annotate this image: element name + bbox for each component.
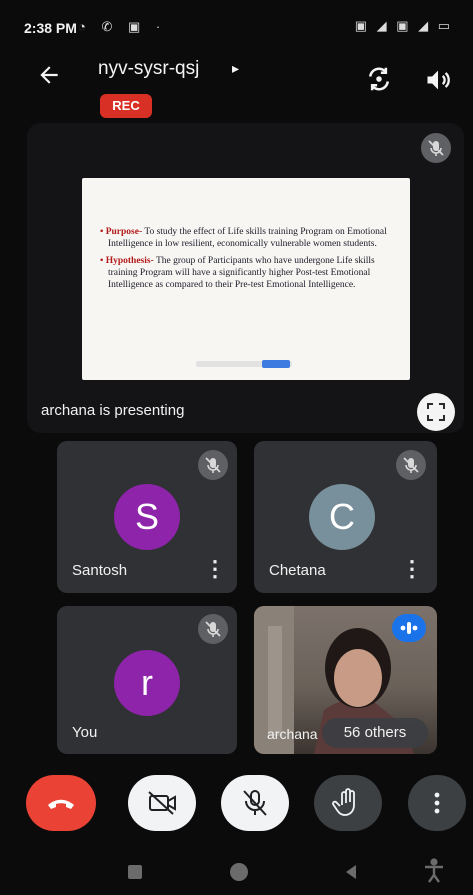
- avatar: S: [114, 484, 180, 550]
- fullscreen-icon: [427, 403, 445, 421]
- end-call-icon: [48, 799, 74, 809]
- status-time: 2:38 PM: [24, 20, 77, 36]
- mic-off-icon: [428, 140, 444, 156]
- participant-name: Chetana: [269, 562, 326, 579]
- avatar: r: [114, 650, 180, 716]
- camera-toggle-button[interactable]: [128, 775, 196, 831]
- raise-hand-icon: [332, 788, 355, 816]
- accessibility-icon: [425, 858, 443, 883]
- switch-camera-button[interactable]: [364, 64, 394, 94]
- notification-icons: ◔ ✆ ▣ ·: [78, 19, 167, 34]
- presenting-label: archana is presenting: [41, 402, 185, 419]
- slide-bullet-hypothesis: • Hypothesis- The group of Participants …: [100, 256, 375, 290]
- slide-content: • Purpose- To study the effect of Life s…: [100, 226, 396, 296]
- mic-off-icon: [205, 457, 221, 473]
- back-nav-icon: [346, 865, 356, 879]
- meeting-code[interactable]: nyv-sysr-qsj: [98, 58, 199, 80]
- santosh-muted-badge: [198, 450, 228, 480]
- raise-hand-button[interactable]: [314, 775, 382, 831]
- participant-name: Santosh: [72, 562, 128, 579]
- status-bar: 2:38 PM ◔ ✆ ▣ · ▣ ◢ ▣ ◢ ▭: [0, 0, 473, 52]
- recents-icon: [128, 865, 142, 879]
- participant-menu-button[interactable]: ⋮: [401, 556, 423, 582]
- speaking-indicator: [392, 614, 426, 642]
- recording-badge: REC: [100, 94, 152, 118]
- participant-menu-button[interactable]: ⋮: [204, 556, 226, 582]
- presentation-muted-badge: [421, 133, 451, 163]
- you-muted-badge: [198, 614, 228, 644]
- meeting-details-caret-icon[interactable]: ▸: [232, 60, 239, 77]
- audio-output-button[interactable]: [424, 66, 454, 94]
- slide-toolbar-button: [262, 360, 290, 368]
- participant-name: You: [72, 724, 98, 741]
- mic-off-icon: [403, 457, 419, 473]
- end-call-button[interactable]: [26, 775, 96, 831]
- system-navigation-bar: [0, 845, 473, 890]
- switch-camera-icon: [369, 67, 389, 91]
- camera-off-icon: [148, 791, 176, 815]
- audio-level-icon: [400, 622, 418, 634]
- others-count-chip[interactable]: 56 others: [322, 718, 428, 748]
- chetana-muted-badge: [396, 450, 426, 480]
- fullscreen-button[interactable]: [417, 393, 455, 431]
- mic-off-icon: [243, 790, 267, 816]
- mic-off-icon: [205, 621, 221, 637]
- more-options-button[interactable]: [408, 775, 466, 831]
- more-vert-icon: [434, 792, 440, 814]
- avatar: C: [309, 484, 375, 550]
- back-button[interactable]: [36, 62, 62, 95]
- home-icon: [230, 863, 248, 881]
- slide-bullet-purpose: • Purpose- To study the effect of Life s…: [100, 227, 387, 249]
- participant-name: archana: [267, 726, 318, 742]
- microphone-toggle-button[interactable]: [221, 775, 289, 831]
- volume-icon: [427, 70, 450, 90]
- system-status-icons: ▣ ◢ ▣ ◢ ▭: [354, 18, 453, 33]
- arrow-left-icon: [40, 66, 58, 84]
